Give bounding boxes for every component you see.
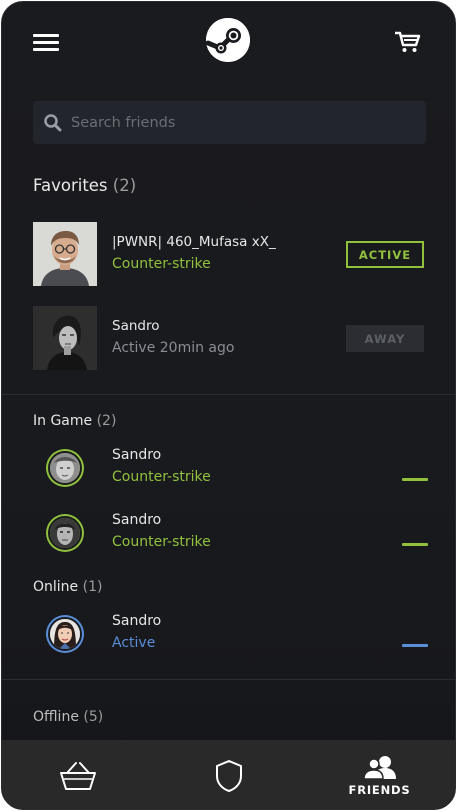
nav-shield-tab[interactable]	[153, 740, 304, 809]
status-badge: ACTIVE	[346, 241, 424, 268]
favorites-title: Favorites	[33, 176, 108, 195]
friend-status: Counter-strike	[112, 256, 211, 272]
friend-row[interactable]: Sandro Counter-strike	[46, 512, 428, 554]
friend-status: Counter-strike	[112, 534, 211, 550]
steam-logo-icon[interactable]	[205, 18, 250, 62]
status-indicator	[402, 478, 428, 481]
in-game-title: In Game	[33, 413, 93, 429]
favorite-friend-item[interactable]: Sandro Active 20min ago AWAY	[33, 306, 426, 370]
status-indicator	[402, 644, 428, 647]
online-title: Online	[33, 579, 79, 595]
avatar	[46, 615, 84, 653]
friend-status: Active 20min ago	[112, 340, 235, 356]
offline-heading: Offline (5)	[33, 709, 103, 725]
shield-icon	[215, 759, 242, 792]
top-bar	[2, 2, 455, 82]
favorites-heading: Favorites (2)	[33, 176, 136, 195]
friend-name: |PWNR| 460_Mufasa xX_	[112, 234, 276, 250]
offline-title: Offline	[33, 709, 79, 725]
status-badge: AWAY	[346, 325, 424, 352]
phone-screen: Favorites (2) |PWNR| 460_Mufasa xX_ Coun…	[1, 1, 456, 810]
friend-name: Sandro	[112, 512, 162, 528]
avatar	[33, 222, 97, 286]
friend-row[interactable]: Sandro Active	[46, 613, 428, 655]
search-input[interactable]	[63, 101, 426, 144]
friend-name: Sandro	[112, 613, 162, 629]
online-count: (1)	[82, 579, 103, 595]
cart-button[interactable]	[394, 30, 422, 54]
bottom-navigation: FRIENDS	[2, 740, 455, 809]
friend-name: Sandro	[112, 447, 162, 463]
friend-status: Active	[112, 635, 156, 651]
online-heading: Online (1)	[33, 579, 102, 595]
favorite-friend-item[interactable]: |PWNR| 460_Mufasa xX_ Counter-strike ACT…	[33, 222, 426, 286]
search-icon	[44, 113, 62, 131]
cart-icon	[395, 31, 421, 52]
friend-row[interactable]: Sandro Counter-strike	[46, 447, 428, 489]
avatar	[33, 306, 97, 370]
hamburger-menu-button[interactable]	[33, 32, 61, 52]
in-game-count: (2)	[96, 413, 117, 429]
basket-icon	[59, 761, 96, 790]
friend-name: Sandro	[112, 318, 160, 334]
nav-store-tab[interactable]	[2, 740, 153, 809]
favorites-count: (2)	[112, 176, 137, 195]
friends-icon	[362, 755, 396, 779]
offline-count: (5)	[83, 709, 104, 725]
nav-friends-tab[interactable]: FRIENDS	[304, 740, 455, 809]
search-bar[interactable]	[33, 101, 426, 144]
avatar	[46, 449, 84, 487]
in-game-heading: In Game (2)	[33, 413, 116, 429]
divider	[2, 394, 455, 395]
status-indicator	[402, 543, 428, 546]
nav-friends-label: FRIENDS	[348, 782, 411, 797]
divider	[2, 679, 455, 680]
friend-status: Counter-strike	[112, 469, 211, 485]
avatar	[46, 514, 84, 552]
